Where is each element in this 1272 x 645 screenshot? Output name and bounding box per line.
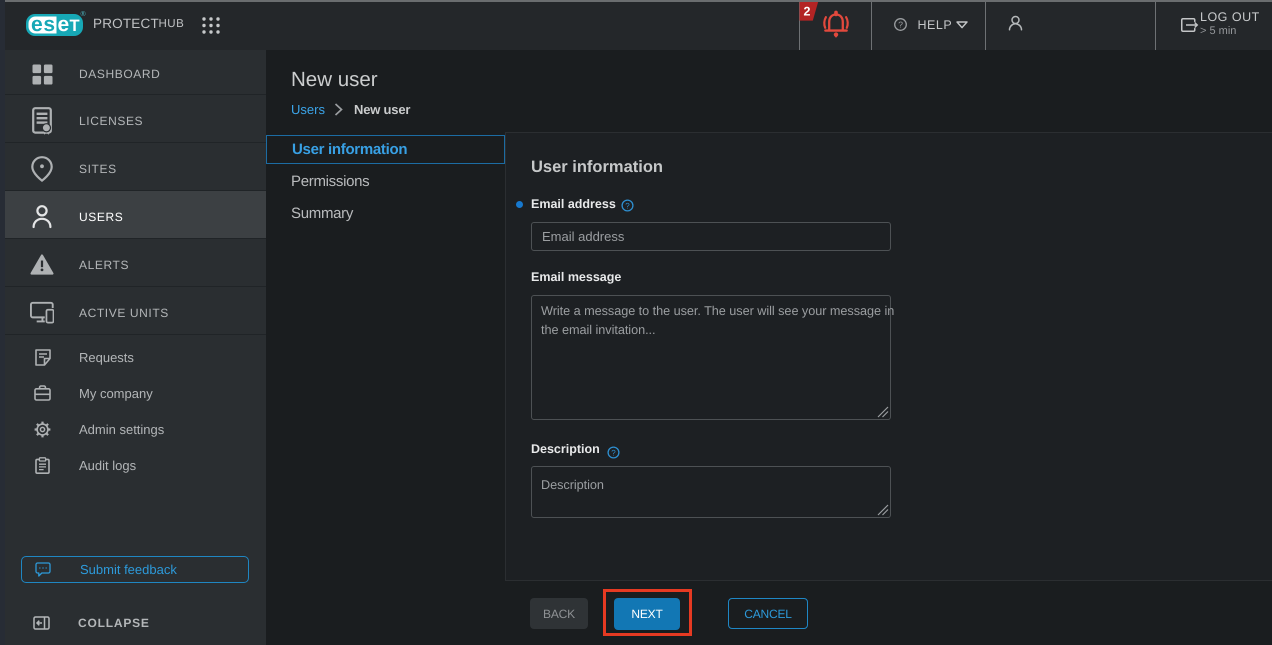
svg-text:e: e: [58, 14, 70, 36]
svg-text:?: ?: [611, 448, 616, 457]
svg-text:?: ?: [898, 20, 903, 30]
svg-text:T: T: [70, 17, 80, 35]
svg-text:2: 2: [804, 5, 811, 19]
svg-text:?: ?: [625, 201, 630, 210]
svg-text:es: es: [31, 14, 55, 36]
